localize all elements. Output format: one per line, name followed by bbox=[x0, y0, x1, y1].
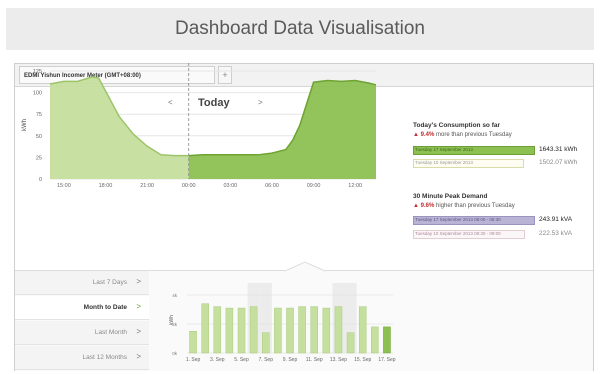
consumption-previous-value: 1502.07 kWh bbox=[539, 159, 578, 166]
peak-delta: ▲ 9.6% higher than previous Tuesday bbox=[413, 203, 515, 209]
bar bbox=[298, 306, 306, 354]
peak-delta-pct: 9.6% bbox=[420, 203, 435, 209]
date-label: Today bbox=[198, 97, 230, 109]
bar bbox=[346, 332, 355, 354]
x-tick-label: 18:00 bbox=[99, 183, 113, 189]
peak-delta-text: higher than previous Tuesday bbox=[435, 203, 515, 209]
y-tick-label: 100 bbox=[33, 91, 42, 97]
y-axis-label: kWh bbox=[22, 119, 28, 131]
peak-previous-bar: Tuesday 10 September 2013 08:30 - 09:00 … bbox=[413, 230, 581, 239]
bar bbox=[322, 307, 331, 354]
month-to-date-bar-chart: 4k2k0kkWh1. Sep 3. Sep 5. Sep 7. Sep 9. Sep 1… bbox=[169, 283, 396, 363]
page-title: Dashboard Data Visualisation bbox=[175, 18, 425, 39]
x-tick-label: 09:00 bbox=[307, 183, 321, 189]
x-tick-label: 03:00 bbox=[223, 183, 237, 189]
bar bbox=[189, 331, 197, 354]
x-tick-label: 00:00 bbox=[182, 183, 196, 189]
bar bbox=[225, 307, 234, 354]
period-label: Last Month bbox=[94, 329, 127, 336]
peak-previous-date: Tuesday 10 September 2013 08:30 - 09:00 bbox=[415, 231, 501, 236]
x-tick-label: 9. Sep bbox=[283, 357, 298, 363]
tab-meter[interactable]: EDMI Yishun Incomer Meter (GMT+08:00) bbox=[19, 66, 215, 84]
bar bbox=[383, 326, 391, 354]
y-tick-label: 125 bbox=[33, 69, 42, 75]
peak-current-bar: Tuesday 17 September 2013 08:00 - 08:30 … bbox=[413, 216, 581, 225]
next-day-button[interactable]: > bbox=[258, 98, 263, 107]
y-tick-label: 0 bbox=[39, 177, 42, 183]
bar bbox=[286, 307, 294, 354]
consumption-delta-text: more than previous Tuesday bbox=[435, 132, 512, 138]
bar bbox=[249, 306, 258, 354]
bar bbox=[237, 307, 246, 354]
peak-previous-value: 222.53 kVA bbox=[539, 230, 573, 237]
consumption-delta-pct: 9.4% bbox=[420, 132, 435, 138]
y-tick-label: 4k bbox=[172, 293, 178, 298]
y-axis-label: kWh bbox=[169, 315, 175, 325]
bar bbox=[334, 306, 343, 354]
previous-day-button[interactable]: < bbox=[168, 98, 173, 107]
period-last-12-months[interactable]: Last 12 Months > bbox=[15, 346, 149, 370]
todays-consumption-panel: Today's Consumption so far ▲ 9.4% more t… bbox=[413, 122, 577, 168]
bar bbox=[371, 326, 379, 354]
bar bbox=[201, 303, 209, 354]
date-navigator: < Today > bbox=[165, 97, 275, 113]
x-tick-label: 7. Sep bbox=[259, 357, 274, 363]
period-menu: Last 7 Days > Month to Date > Last Month… bbox=[15, 271, 149, 371]
consumption-current-bar: Tuesday 17 September 2013 1643.31 kWh bbox=[413, 146, 581, 155]
x-tick-label: 13. Sep bbox=[330, 357, 347, 363]
today-area bbox=[188, 80, 376, 179]
peak-title: 30 Minute Peak Demand bbox=[413, 193, 488, 200]
x-tick-label: 17. Sep bbox=[378, 357, 395, 363]
y-tick-label: 0k bbox=[172, 351, 178, 356]
x-tick-label: 15. Sep bbox=[354, 357, 371, 363]
peak-current-date: Tuesday 17 September 2013 08:00 - 08:30 bbox=[415, 217, 501, 222]
chevron-right-icon: > bbox=[136, 302, 141, 311]
bar bbox=[310, 306, 318, 354]
bar bbox=[358, 306, 367, 354]
dashboard-header: Dashboard Data Visualisation bbox=[6, 8, 594, 50]
peak-current-value: 243.91 kVA bbox=[539, 216, 573, 223]
consumption-title: Today's Consumption so far bbox=[413, 122, 501, 129]
period-last-7-days[interactable]: Last 7 Days > bbox=[15, 271, 149, 295]
consumption-previous-bar: Tuesday 10 September 2013 1502.07 kWh bbox=[413, 159, 581, 168]
x-tick-label: 15:00 bbox=[57, 183, 71, 189]
period-month-to-date[interactable]: Month to Date > bbox=[15, 296, 149, 320]
up-triangle-icon: ▲ bbox=[413, 203, 419, 209]
x-tick-label: 12:00 bbox=[348, 183, 362, 189]
period-section: Last 7 Days > Month to Date > Last Month… bbox=[15, 261, 593, 371]
x-tick-label: 11. Sep bbox=[306, 357, 323, 363]
bar bbox=[213, 306, 222, 354]
period-label: Last 7 Days bbox=[92, 279, 127, 286]
consumption-delta: ▲ 9.4% more than previous Tuesday bbox=[413, 132, 512, 138]
chevron-right-icon: > bbox=[136, 327, 141, 336]
period-last-month[interactable]: Last Month > bbox=[15, 321, 149, 345]
x-tick-label: 3. Sep bbox=[210, 357, 225, 363]
x-tick-label: 06:00 bbox=[265, 183, 279, 189]
pointer-notch bbox=[284, 261, 326, 273]
x-tick-label: 1. Sep bbox=[186, 357, 201, 363]
chevron-right-icon: > bbox=[136, 352, 141, 361]
consumption-area-chart: 125 100 75 50 25 0 kWh 15:00 18:00 21:00 00:00 03:0… bbox=[22, 63, 377, 189]
up-triangle-icon: ▲ bbox=[413, 132, 419, 138]
dashboard-panel: EDMI Yishun Incomer Meter (GMT+08:00) + … bbox=[14, 63, 594, 371]
bar bbox=[262, 332, 270, 354]
consumption-current-value: 1643.31 kWh bbox=[539, 146, 578, 153]
consumption-previous-date: Tuesday 10 September 2013 bbox=[415, 160, 473, 165]
consumption-current-date: Tuesday 17 September 2013 bbox=[415, 147, 473, 152]
bar bbox=[274, 307, 282, 354]
period-label: Last 12 Months bbox=[82, 354, 127, 361]
x-tick-label: 5. Sep bbox=[234, 357, 249, 363]
y-tick-label: 25 bbox=[36, 155, 42, 161]
add-tab-button[interactable]: + bbox=[218, 66, 232, 84]
x-tick-label: 21:00 bbox=[140, 183, 154, 189]
period-label: Month to Date bbox=[83, 304, 127, 311]
chevron-right-icon: > bbox=[136, 277, 141, 286]
peak-demand-panel: 30 Minute Peak Demand ▲ 9.6% higher than… bbox=[413, 193, 572, 239]
y-tick-label: 75 bbox=[36, 112, 42, 118]
y-tick-label: 50 bbox=[36, 134, 42, 140]
